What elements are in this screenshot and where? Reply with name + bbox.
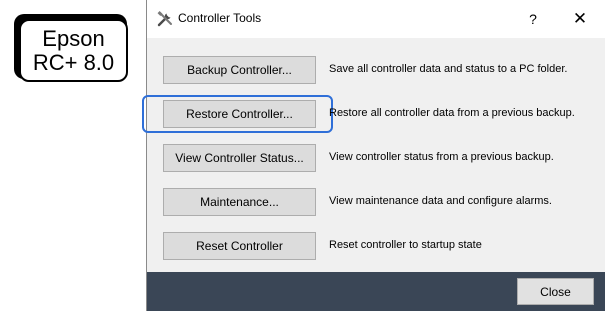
action-row-status: View Controller Status... View controlle… xyxy=(147,144,605,174)
version-badge: Epson RC+ 8.0 xyxy=(14,14,128,82)
reset-controller-button[interactable]: Reset Controller xyxy=(163,232,316,260)
reset-controller-description: Reset controller to startup state xyxy=(329,239,482,251)
view-controller-status-description: View controller status from a previous b… xyxy=(329,151,554,163)
close-window-icon[interactable]: ✕ xyxy=(565,6,595,32)
dialog-footer: Close xyxy=(147,272,605,311)
help-button[interactable]: ? xyxy=(520,6,546,32)
backup-controller-button[interactable]: Backup Controller... xyxy=(163,56,316,84)
action-row-backup: Backup Controller... Save all controller… xyxy=(147,56,605,86)
tools-icon xyxy=(157,11,172,27)
view-controller-status-button[interactable]: View Controller Status... xyxy=(163,144,316,172)
screenshot-stage: Epson RC+ 8.0 Controller Tools ? ✕ Backu… xyxy=(0,0,605,311)
restore-controller-button[interactable]: Restore Controller... xyxy=(163,100,316,128)
close-button[interactable]: Close xyxy=(517,278,594,305)
version-badge-card: Epson RC+ 8.0 xyxy=(19,19,128,82)
title-bar: Controller Tools ? ✕ xyxy=(147,0,605,38)
action-row-restore: Restore Controller... Restore all contro… xyxy=(142,95,605,133)
dialog-body: Backup Controller... Save all controller… xyxy=(142,38,605,272)
maintenance-button[interactable]: Maintenance... xyxy=(163,188,316,216)
badge-product-name: Epson xyxy=(42,25,105,51)
badge-version: RC+ 8.0 xyxy=(32,49,115,75)
backup-controller-description: Save all controller data and status to a… xyxy=(329,63,568,75)
controller-tools-dialog: Controller Tools ? ✕ Backup Controller..… xyxy=(142,0,605,311)
action-row-reset: Reset Controller Reset controller to sta… xyxy=(147,232,605,262)
action-row-maintenance: Maintenance... View maintenance data and… xyxy=(147,188,605,218)
maintenance-description: View maintenance data and configure alar… xyxy=(329,195,552,207)
restore-controller-description: Restore all controller data from a previ… xyxy=(329,107,575,119)
window-title: Controller Tools xyxy=(178,11,262,25)
